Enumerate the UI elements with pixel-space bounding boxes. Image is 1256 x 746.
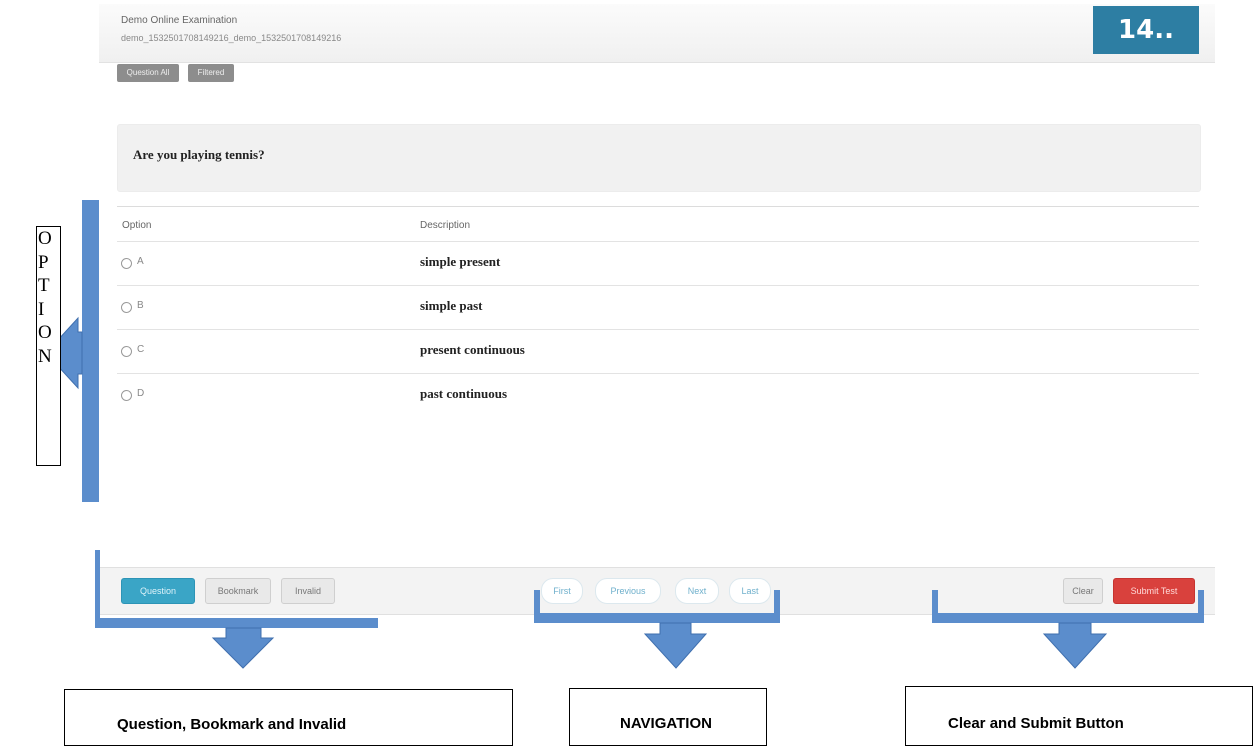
group2-bracket-right bbox=[774, 590, 780, 623]
group2-bracket-bar bbox=[534, 613, 780, 623]
annotation-arrows bbox=[45, 200, 1204, 669]
option-bracket-bar bbox=[82, 200, 99, 502]
option-annotation-letter: N bbox=[38, 345, 52, 367]
option-annotation-letter: T bbox=[38, 275, 50, 296]
option-annotation-letter: O bbox=[38, 228, 52, 249]
down-arrow-icon bbox=[643, 622, 708, 669]
option-annotation-letter: I bbox=[38, 298, 45, 320]
group3-bracket-bar bbox=[932, 613, 1204, 623]
down-arrow-icon bbox=[1042, 622, 1108, 669]
option-annotation-letter: P bbox=[38, 251, 49, 273]
group2-annotation-label: NAVIGATION bbox=[620, 715, 712, 732]
group2-annotation-box: NAVIGATION bbox=[569, 688, 767, 746]
group3-bracket-left bbox=[932, 590, 938, 623]
group3-annotation-label: Clear and Submit Button bbox=[948, 715, 1124, 732]
group1-bracket-left bbox=[95, 550, 100, 628]
option-annotation-box: O P T I O N bbox=[36, 226, 61, 466]
group1-annotation-label: Question, Bookmark and Invalid bbox=[117, 716, 347, 733]
group3-annotation-box: Clear and Submit Button bbox=[905, 686, 1253, 746]
group2-bracket-left bbox=[534, 590, 540, 623]
group1-annotation-box: Question, Bookmark and Invalid bbox=[64, 689, 513, 746]
down-arrow-icon bbox=[211, 627, 275, 669]
group3-bracket-right bbox=[1198, 590, 1204, 623]
option-annotation-letter: O bbox=[38, 322, 52, 343]
group1-bracket-bar bbox=[95, 618, 378, 628]
